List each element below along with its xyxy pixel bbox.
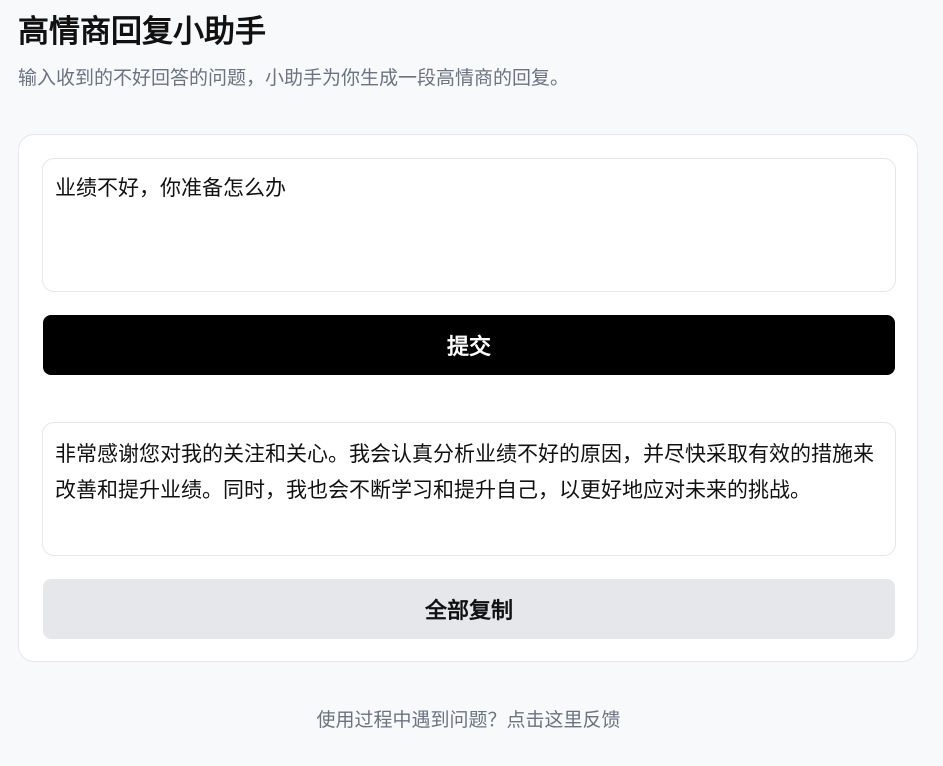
submit-button[interactable]: 提交	[43, 315, 895, 375]
copy-all-button[interactable]: 全部复制	[43, 579, 895, 639]
question-input[interactable]: 业绩不好，你准备怎么办	[42, 158, 896, 292]
page-title: 高情商回复小助手	[18, 14, 266, 50]
generated-reply-text: 非常感谢您对我的关注和关心。我会认真分析业绩不好的原因，并尽快采取有效的措施来改…	[42, 422, 896, 556]
page-subtitle: 输入收到的不好回答的问题，小助手为你生成一段高情商的回复。	[18, 67, 570, 89]
reply-generator-card: 业绩不好，你准备怎么办 提交 非常感谢您对我的关注和关心。我会认真分析业绩不好的…	[18, 134, 918, 662]
feedback-link[interactable]: 使用过程中遇到问题？点击这里反馈	[0, 706, 937, 734]
